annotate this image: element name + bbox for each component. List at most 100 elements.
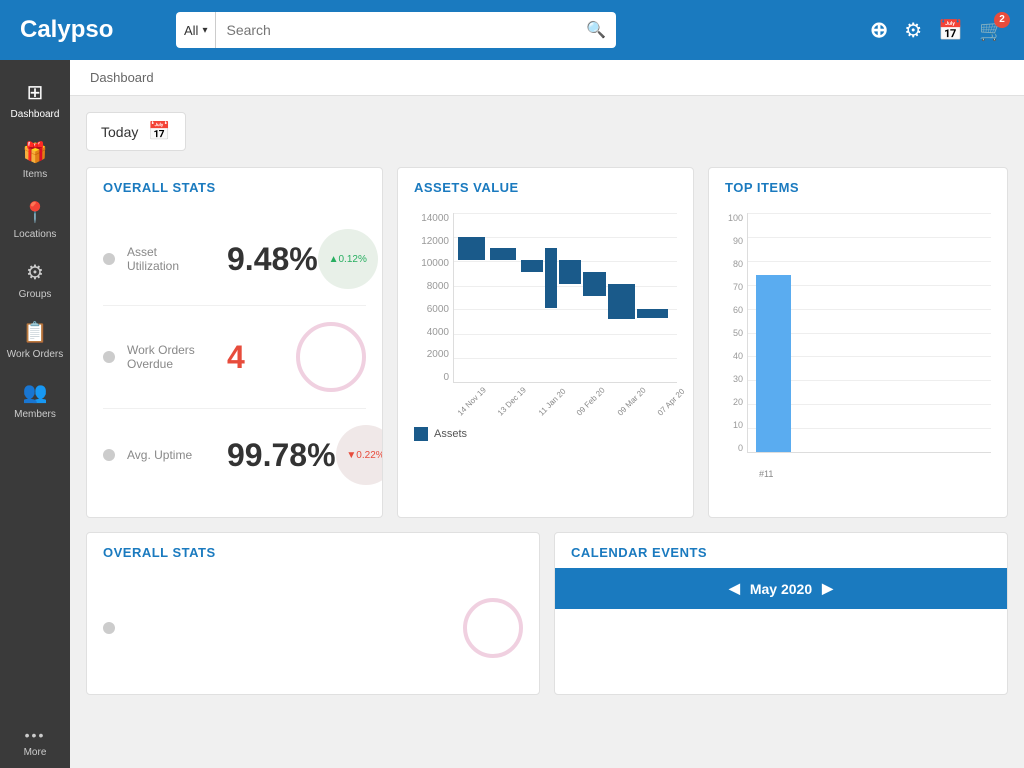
x-label-2: 13 Dec 19 <box>493 385 528 420</box>
overall-stats-body-1: AssetUtilization 9.48% ▲0.12% Work Order… <box>87 203 382 517</box>
calendar-month-label: May 2020 <box>750 581 812 597</box>
overall-stats-card-2: OVERALL STATS <box>86 532 540 695</box>
stat-dot-placeholder <box>103 622 115 634</box>
dashboard-content: Today 📅 OVERALL STATS AssetUtilization 9… <box>70 96 1024 711</box>
x-label-1: 14 Nov 19 <box>453 385 488 420</box>
gear-icon: ⚙ <box>904 18 922 43</box>
groups-icon: ⚙ <box>26 260 44 285</box>
x-label-7: 11 May 20 <box>691 385 694 420</box>
assets-value-card: ASSETS VALUE 14000 12000 10000 8000 6000… <box>397 167 694 518</box>
sidebar-label-items: Items <box>23 169 47 180</box>
search-bar: All ▾ 🔍 <box>176 12 616 48</box>
overall-stats-body-2 <box>87 568 539 694</box>
date-filter-label: Today <box>101 124 138 140</box>
gridline <box>454 286 677 287</box>
sidebar-label-more: More <box>24 747 47 758</box>
assets-value-title: ASSETS VALUE <box>398 168 693 203</box>
stat-dot-1 <box>103 253 115 265</box>
chart-area <box>453 213 677 383</box>
assets-value-chart: 14000 12000 10000 8000 6000 4000 2000 0 <box>398 203 693 423</box>
dashboard-icon: ⊞ <box>27 80 44 105</box>
stat-row-placeholder <box>103 578 523 678</box>
stat-badge-1: ▲0.12% <box>318 229 378 289</box>
sidebar-item-work-orders[interactable]: 📋 Work Orders <box>0 310 70 370</box>
topnav: Calypso All ▾ 🔍 ⊕ ⚙ 📅 🛒 2 <box>0 0 1024 60</box>
sidebar-label-dashboard: Dashboard <box>11 109 60 120</box>
chart-bar-8 <box>637 309 668 317</box>
chart-bar-2 <box>490 248 517 260</box>
top-items-chart: 100 90 80 70 60 50 40 30 20 10 0 <box>709 203 1007 483</box>
x-label-5: 09 Mar 20 <box>613 386 648 421</box>
plus-icon: ⊕ <box>870 17 888 43</box>
top-items-title: TOP ITEMS <box>709 168 1007 203</box>
search-input[interactable] <box>216 12 576 48</box>
search-button[interactable]: 🔍 <box>576 20 616 40</box>
overall-stats-title-1: OVERALL STATS <box>87 168 382 203</box>
work-orders-icon: 📋 <box>23 320 48 345</box>
top-items-y-axis: 100 90 80 70 60 50 40 30 20 10 0 <box>719 213 743 453</box>
calendar-filter-icon: 📅 <box>148 121 170 142</box>
main-content: Dashboard Today 📅 OVERALL STATS AssetUti… <box>70 60 1024 768</box>
add-button[interactable]: ⊕ <box>870 17 888 43</box>
layout: ⊞ Dashboard 🎁 Items 📍 Locations ⚙ Groups… <box>0 60 1024 768</box>
calendar-icon: 📅 <box>938 18 963 43</box>
x-label-3: 11 Jan 20 <box>534 387 568 421</box>
chevron-left-icon[interactable]: ◀ <box>729 580 740 597</box>
sidebar: ⊞ Dashboard 🎁 Items 📍 Locations ⚙ Groups… <box>0 60 70 768</box>
chart-y-axis: 14000 12000 10000 8000 6000 4000 2000 0 <box>414 213 449 383</box>
gridline <box>454 213 677 214</box>
sidebar-label-work-orders: Work Orders <box>7 349 64 360</box>
sidebar-item-items[interactable]: 🎁 Items <box>0 130 70 190</box>
locations-icon: 📍 <box>23 200 48 225</box>
chart-bar-4 <box>545 248 556 307</box>
topnav-icons: ⊕ ⚙ 📅 🛒 2 <box>870 17 1004 43</box>
stat-ring-placeholder <box>463 598 523 658</box>
gridline <box>454 237 677 238</box>
chevron-right-icon[interactable]: ▶ <box>822 580 833 597</box>
stat-row-work-orders: Work OrdersOverdue 4 <box>103 306 366 409</box>
sidebar-item-locations[interactable]: 📍 Locations <box>0 190 70 250</box>
chart-legend: Assets <box>398 423 693 449</box>
overall-stats-card-1: OVERALL STATS AssetUtilization 9.48% ▲0.… <box>86 167 383 518</box>
settings-button[interactable]: ⚙ <box>904 18 922 43</box>
cart-button[interactable]: 🛒 2 <box>979 18 1004 43</box>
overall-stats-title-2: OVERALL STATS <box>87 533 539 568</box>
sidebar-item-groups[interactable]: ⚙ Groups <box>0 250 70 310</box>
chart-bar-3 <box>521 260 543 272</box>
x-label-6: 07 Apr 20 <box>653 387 686 420</box>
stat-value-1: 9.48% <box>227 241 318 278</box>
sidebar-item-more[interactable]: ••• More <box>0 717 70 768</box>
top-items-chart-area <box>747 213 991 453</box>
search-type-dropdown[interactable]: All ▾ <box>176 12 216 48</box>
stat-label-2: Work OrdersOverdue <box>127 343 217 371</box>
stat-row-avg-uptime: Avg. Uptime 99.78% ▼0.22% <box>103 409 366 501</box>
legend-label-assets: Assets <box>434 428 467 440</box>
stat-badge-text-3: ▼0.22% <box>346 450 383 461</box>
x-label-4: 09 Feb 20 <box>572 386 607 421</box>
sidebar-item-dashboard[interactable]: ⊞ Dashboard <box>0 70 70 130</box>
calendar-button[interactable]: 📅 <box>938 18 963 43</box>
date-filter[interactable]: Today 📅 <box>86 112 186 151</box>
chart-bar-1 <box>458 237 485 261</box>
calendar-events-card: CALENDAR EVENTS ◀ May 2020 ▶ <box>554 532 1008 695</box>
stat-dot-2 <box>103 351 115 363</box>
legend-box-assets <box>414 427 428 441</box>
stat-row-asset-utilization: AssetUtilization 9.48% ▲0.12% <box>103 213 366 306</box>
sidebar-item-members[interactable]: 👥 Members <box>0 370 70 430</box>
app-logo: Calypso <box>20 16 160 44</box>
gridline <box>454 334 677 335</box>
stat-badge-3: ▼0.22% <box>336 425 383 485</box>
stat-value-2: 4 <box>227 339 296 376</box>
stat-badge-text-1: ▲0.12% <box>329 254 367 265</box>
sidebar-label-locations: Locations <box>14 229 57 240</box>
items-icon: 🎁 <box>23 140 48 165</box>
search-type-label: All <box>184 23 198 38</box>
main-grid-row-2: OVERALL STATS CALENDAR EVENTS ◀ May 2020 <box>86 532 1008 695</box>
top-items-x-label: #11 <box>747 469 991 479</box>
chart-bar-6 <box>583 272 605 296</box>
main-grid-row-1: OVERALL STATS AssetUtilization 9.48% ▲0.… <box>86 167 1008 518</box>
gridline <box>454 358 677 359</box>
stat-label-3: Avg. Uptime <box>127 448 217 462</box>
chart-x-labels: 14 Nov 19 13 Dec 19 11 Jan 20 09 Feb 20 … <box>453 383 677 423</box>
sidebar-label-members: Members <box>14 409 56 420</box>
